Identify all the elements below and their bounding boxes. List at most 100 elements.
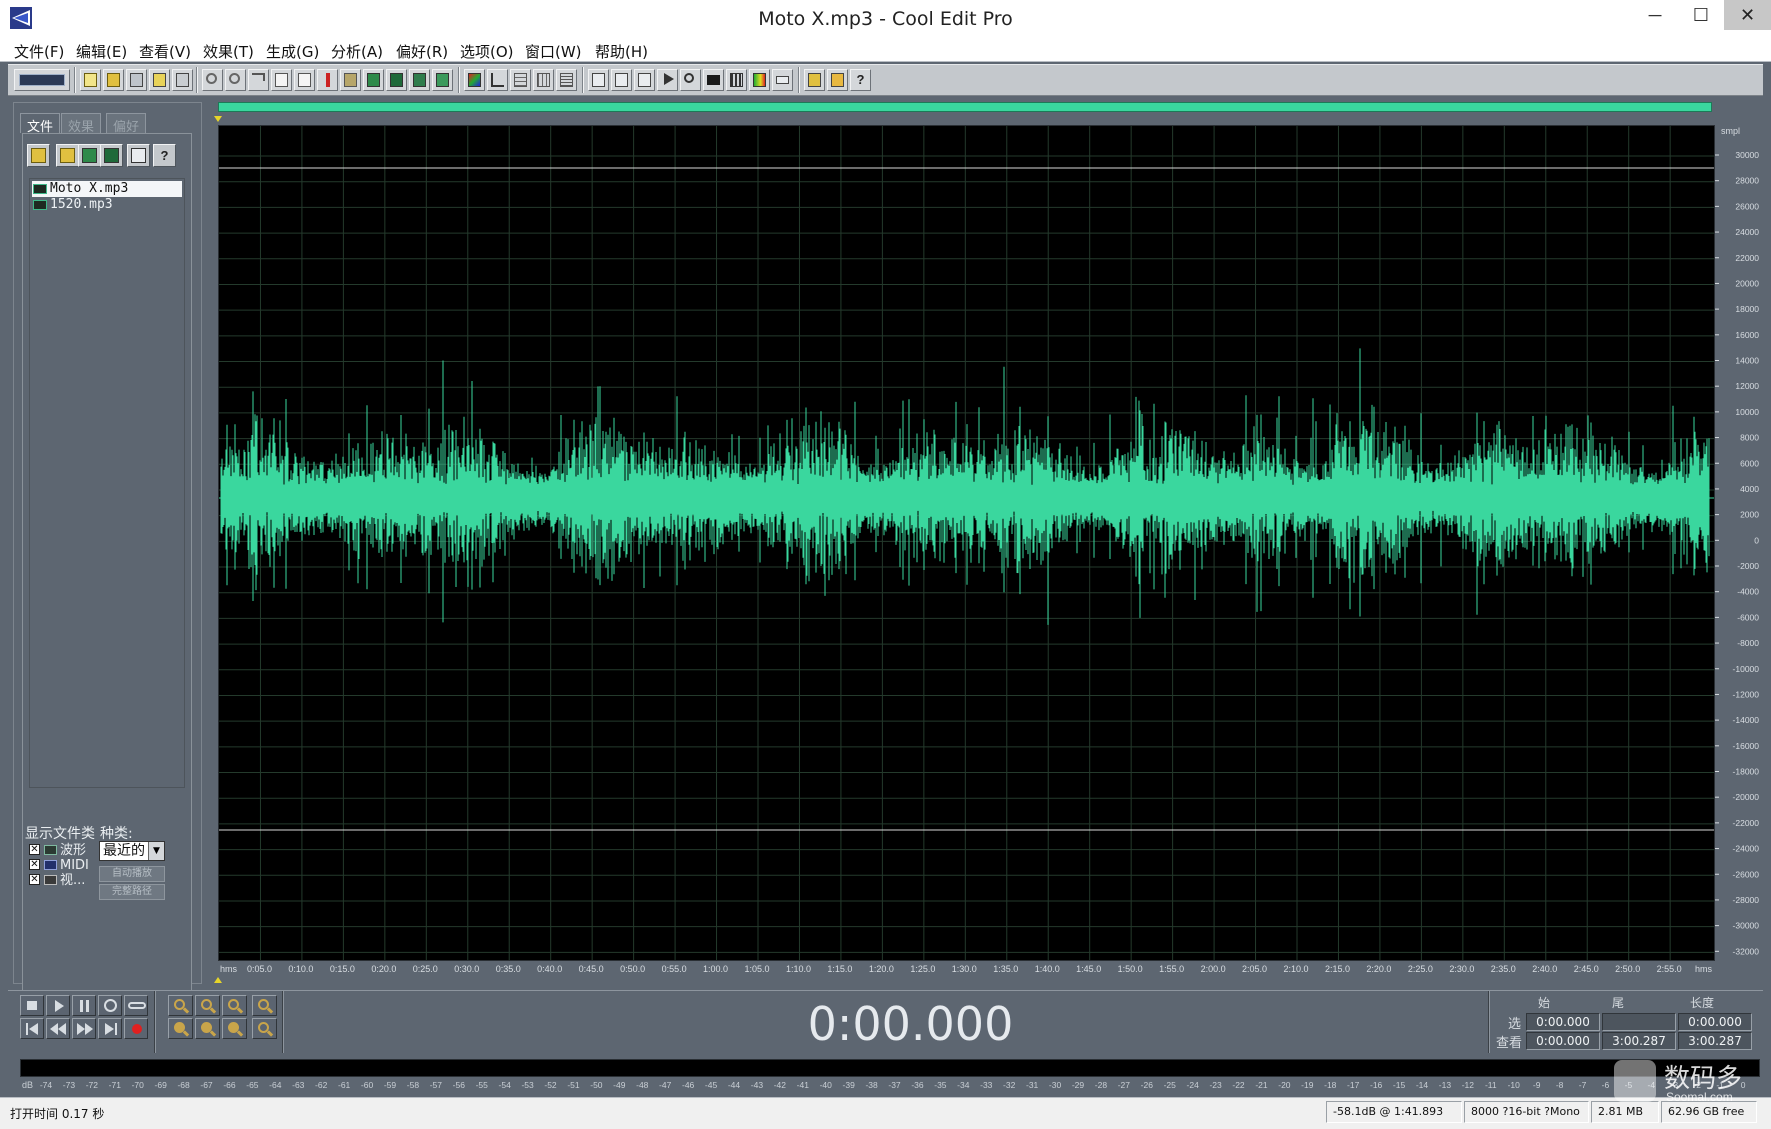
- zoom-full-button[interactable]: [222, 995, 247, 1016]
- spectral-view-button[interactable]: [464, 69, 485, 91]
- selection-begin-field[interactable]: 0:00.000: [1526, 1013, 1600, 1031]
- type-filter-midi[interactable]: ✕ MIDI: [29, 858, 97, 873]
- menu-favorites[interactable]: 偏好(R): [396, 41, 448, 62]
- save-selection-button[interactable]: [172, 69, 193, 91]
- view-row-label: 查看: [1496, 1036, 1523, 1051]
- loop-button[interactable]: [124, 995, 148, 1016]
- waveform-view-button[interactable]: [487, 69, 508, 91]
- zoom-out-vertical-button[interactable]: [252, 1018, 277, 1039]
- stop-button[interactable]: [20, 995, 44, 1016]
- status-toggle-button[interactable]: [772, 69, 793, 91]
- type-filter-video[interactable]: ✕ 视...: [29, 873, 97, 888]
- copy-button[interactable]: [271, 69, 292, 91]
- chevron-down-icon[interactable]: ▼: [148, 842, 164, 860]
- waveform-checkbox[interactable]: ✕: [29, 844, 40, 855]
- rewind-button[interactable]: [46, 1018, 70, 1039]
- copy-new-button[interactable]: [294, 69, 315, 91]
- repeat-button[interactable]: [248, 69, 269, 91]
- go-to-end-button[interactable]: [98, 1018, 122, 1039]
- paste-new-button[interactable]: [363, 69, 384, 91]
- menu-window[interactable]: 窗口(W): [525, 41, 582, 62]
- maximize-button[interactable]: ☐: [1678, 0, 1724, 30]
- kind-dropdown[interactable]: 最近的 ▼: [99, 841, 165, 861]
- cue-window-button[interactable]: [611, 69, 632, 91]
- organizer-help-button[interactable]: ?: [153, 144, 176, 167]
- timer-button[interactable]: [703, 69, 724, 91]
- help-button[interactable]: ?: [850, 69, 871, 91]
- auto-play-button[interactable]: 自动播放: [99, 866, 165, 882]
- go-to-start-button[interactable]: [20, 1018, 44, 1039]
- type-filter-waveform[interactable]: ✕ 波形: [29, 843, 97, 858]
- script-button[interactable]: [827, 69, 848, 91]
- tab-favorites[interactable]: 偏好: [106, 113, 147, 135]
- zoom-right-edge-button[interactable]: [222, 1018, 247, 1039]
- cue-list-button[interactable]: [556, 69, 577, 91]
- time-ruler[interactable]: hms 0:05.0 0:10.0 0:15.0 0:20.0 0:25.0 0:30.0 0…: [218, 961, 1715, 975]
- waveform-display[interactable]: [218, 125, 1715, 961]
- cut-button[interactable]: [317, 69, 338, 91]
- tab-files[interactable]: 文件: [20, 113, 61, 135]
- zoom-left-edge-button[interactable]: [195, 1018, 220, 1039]
- view-end-field[interactable]: 3:00.287: [1602, 1032, 1676, 1050]
- file-list[interactable]: Moto X.mp3 1520.mp3: [29, 178, 185, 788]
- paste-button[interactable]: [340, 69, 361, 91]
- playhead-bottom-marker[interactable]: [214, 977, 222, 983]
- menu-options[interactable]: 选项(O): [460, 41, 514, 62]
- minimize-button[interactable]: ─: [1632, 0, 1678, 30]
- pause-button[interactable]: [72, 995, 96, 1016]
- undo-button[interactable]: [202, 69, 223, 91]
- trim-button[interactable]: [409, 69, 430, 91]
- open-file-button[interactable]: [27, 144, 50, 167]
- zoom-tool-button[interactable]: [680, 69, 701, 91]
- view-begin-field[interactable]: 0:00.000: [1526, 1032, 1600, 1050]
- organizer-settings-button[interactable]: [127, 144, 150, 167]
- zoom-in-vertical-button[interactable]: [252, 995, 277, 1016]
- selection-length-field[interactable]: 0:00.000: [1678, 1013, 1752, 1031]
- close-button[interactable]: ✕: [1724, 0, 1771, 30]
- multitrack-toggle-button[interactable]: [14, 69, 70, 91]
- play-list-button[interactable]: [634, 69, 655, 91]
- file-list-item[interactable]: Moto X.mp3: [32, 181, 182, 197]
- play-to-end-button[interactable]: [98, 995, 122, 1016]
- menu-analyze[interactable]: 分析(A): [331, 41, 383, 62]
- menu-effects[interactable]: 效果(T): [203, 41, 254, 62]
- import-file-button[interactable]: [56, 144, 79, 167]
- video-checkbox[interactable]: ✕: [29, 874, 40, 885]
- menu-edit[interactable]: 编辑(E): [76, 41, 127, 62]
- crop-button[interactable]: [432, 69, 453, 91]
- midi-checkbox[interactable]: ✕: [29, 859, 40, 870]
- fast-forward-button[interactable]: [72, 1018, 96, 1039]
- menu-view[interactable]: 查看(V): [139, 41, 191, 62]
- zoom-to-selection-button[interactable]: [168, 1018, 193, 1039]
- zoom-out-horizontal-button[interactable]: [195, 995, 220, 1016]
- info-window-button[interactable]: [588, 69, 609, 91]
- close-file-button[interactable]: [78, 144, 101, 167]
- full-path-button[interactable]: 完整路径: [99, 884, 165, 900]
- redo-button[interactable]: [225, 69, 246, 91]
- view-length-field[interactable]: 3:00.287: [1678, 1032, 1752, 1050]
- insert-multitrack-button[interactable]: [100, 144, 123, 167]
- overview-range-bar[interactable]: [218, 102, 1712, 112]
- amplitude-ruler[interactable]: smpl 30000 28000 26000 24000 22000 20000 18000 1…: [1715, 125, 1762, 961]
- menu-generate[interactable]: 生成(G): [266, 41, 319, 62]
- playhead-top-marker[interactable]: [214, 116, 222, 122]
- snap-button[interactable]: [533, 69, 554, 91]
- open-file-button[interactable]: [103, 69, 124, 91]
- save-all-button[interactable]: [149, 69, 170, 91]
- zoom-in-horizontal-button[interactable]: [168, 995, 193, 1016]
- meter-button[interactable]: [726, 69, 747, 91]
- play-button[interactable]: [46, 995, 70, 1016]
- selection-end-field[interactable]: [1602, 1013, 1676, 1031]
- save-file-button[interactable]: [126, 69, 147, 91]
- file-list-item[interactable]: 1520.mp3: [32, 197, 182, 213]
- mix-paste-button[interactable]: [386, 69, 407, 91]
- settings-button[interactable]: [804, 69, 825, 91]
- menu-file[interactable]: 文件(F): [14, 41, 64, 62]
- play-effect-button[interactable]: [657, 69, 678, 91]
- tab-effects[interactable]: 效果: [61, 113, 102, 135]
- new-file-button[interactable]: [80, 69, 101, 91]
- record-button[interactable]: [124, 1018, 148, 1039]
- grid-view-button[interactable]: [510, 69, 531, 91]
- level-button[interactable]: [749, 69, 770, 91]
- menu-help[interactable]: 帮助(H): [595, 41, 648, 62]
